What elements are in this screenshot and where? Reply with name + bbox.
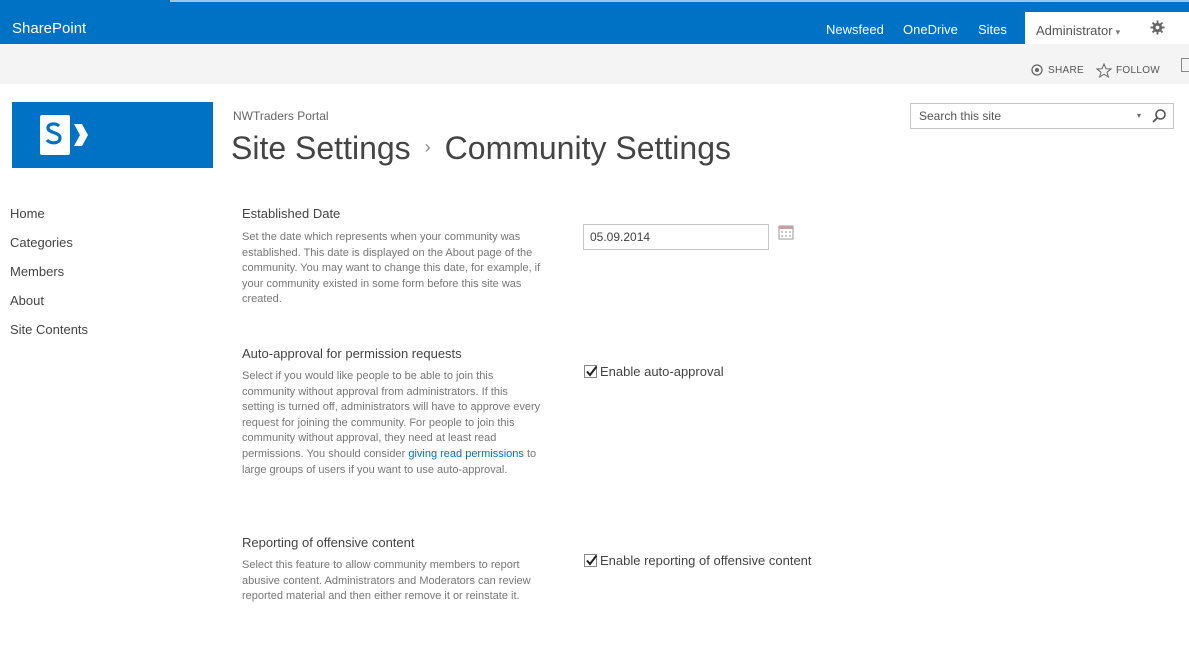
gear-icon[interactable] [1150,20,1165,35]
site-logo[interactable] [12,102,213,168]
nav-sites[interactable]: Sites [978,22,1007,37]
checkmark-icon [586,365,598,377]
giving-read-permissions-link[interactable]: giving read permissions [408,448,524,460]
chevron-down-icon: ▾ [1115,27,1121,37]
user-menu-label[interactable]: Administrator ▾ [1036,23,1120,38]
auto-approval-description-text: Select if you would like people to be ab… [242,370,541,460]
auto-approval-checkbox-label: Enable auto-approval [600,364,724,379]
follow-label: FOLLOW [1116,65,1161,76]
star-icon [1096,63,1112,78]
leftnav-categories[interactable]: Categories [10,234,88,263]
nav-newsfeed[interactable]: Newsfeed [826,22,884,37]
leftnav-members[interactable]: Members [10,263,88,292]
follow-button[interactable]: FOLLOW [1096,63,1160,78]
leftnav-home[interactable]: Home [10,205,88,234]
quick-launch: Home Categories Members About Site Conte… [10,205,88,350]
established-date-field[interactable] [583,224,769,250]
page-title: Site Settings › Community Settings [231,130,731,167]
title-parent-link[interactable]: Site Settings [231,130,411,166]
search-scope-dropdown-icon[interactable]: ▾ [1137,111,1141,120]
title-current: Community Settings [444,130,731,166]
search-icon[interactable] [1151,108,1167,124]
focus-on-content-icon[interactable] [1181,58,1189,72]
offensive-content-description: Select this feature to allow community m… [242,559,531,603]
sharepoint-brand-link[interactable]: SharePoint [12,20,86,37]
search-box: ▾ [910,103,1174,129]
suite-bar-accent [170,0,1189,2]
suite-bar: SharePoint Newsfeed OneDrive Sites Admin… [0,0,1189,44]
search-input[interactable] [911,104,1111,128]
share-button[interactable]: SHARE [1030,63,1084,77]
user-menu[interactable]: Administrator ▾ [1025,12,1189,44]
offensive-content-option[interactable]: Enable reporting of offensive content [584,553,812,568]
nav-onedrive[interactable]: OneDrive [903,22,958,37]
auto-approval-heading: Auto-approval for permission requests [242,346,462,361]
leftnav-about[interactable]: About [10,292,88,321]
established-date-heading: Established Date [242,206,341,221]
site-name-breadcrumb[interactable]: NWTraders Portal [233,109,329,123]
breadcrumb-separator-icon: › [424,137,431,157]
user-name: Administrator [1036,23,1113,38]
auto-approval-description: Select if you would like people to be ab… [242,369,542,478]
auto-approval-option[interactable]: Enable auto-approval [584,364,724,379]
offensive-content-heading: Reporting of offensive content [242,535,415,550]
share-icon [1031,64,1043,76]
leftnav-site-contents[interactable]: Site Contents [10,321,88,350]
calendar-icon[interactable] [778,224,794,240]
offensive-content-checkbox-label: Enable reporting of offensive content [600,553,812,568]
sharepoint-logo-icon [40,115,88,155]
action-bar: SHARE FOLLOW [0,44,1189,84]
established-date-description: Set the date which represents when your … [242,231,541,306]
auto-approval-checkbox[interactable] [584,365,598,378]
checkmark-icon [586,554,598,566]
offensive-content-checkbox[interactable] [584,554,598,567]
share-label: SHARE [1048,64,1084,76]
